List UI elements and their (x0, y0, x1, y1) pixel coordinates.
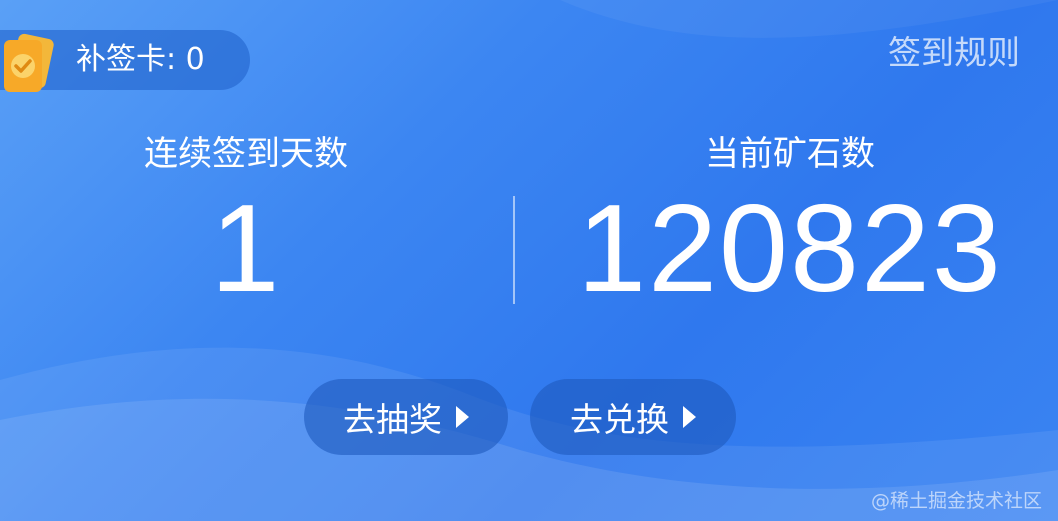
check-in-panel: 补签卡: 0 签到规则 连续签到天数 1 当前矿石数 120823 去抽奖 去兑… (0, 0, 1058, 521)
ore-label: 当前矿石数 (705, 134, 875, 174)
stats-divider (513, 196, 515, 304)
streak-stat: 连续签到天数 1 (0, 130, 492, 314)
watermark-text: @稀土掘金技术社区 (870, 490, 1042, 512)
ore-stat: 当前矿石数 120823 (530, 130, 1050, 314)
makeup-card-chip[interactable]: 补签卡: 0 (0, 30, 250, 92)
go-draw-button[interactable]: 去抽奖 (304, 379, 508, 455)
go-draw-label: 去抽奖 (343, 400, 442, 439)
makeup-card-count: 补签卡: 0 (76, 42, 205, 77)
makeup-card-icon (4, 33, 54, 92)
triangle-right-icon (683, 406, 696, 428)
check-in-rules-link[interactable]: 签到规则 (888, 26, 1020, 74)
triangle-right-icon (456, 406, 469, 428)
ore-value: 120823 (577, 180, 1003, 318)
go-exchange-button[interactable]: 去兑换 (530, 379, 736, 455)
streak-label: 连续签到天数 (144, 134, 348, 174)
streak-value: 1 (210, 180, 282, 318)
go-exchange-label: 去兑换 (570, 400, 669, 439)
